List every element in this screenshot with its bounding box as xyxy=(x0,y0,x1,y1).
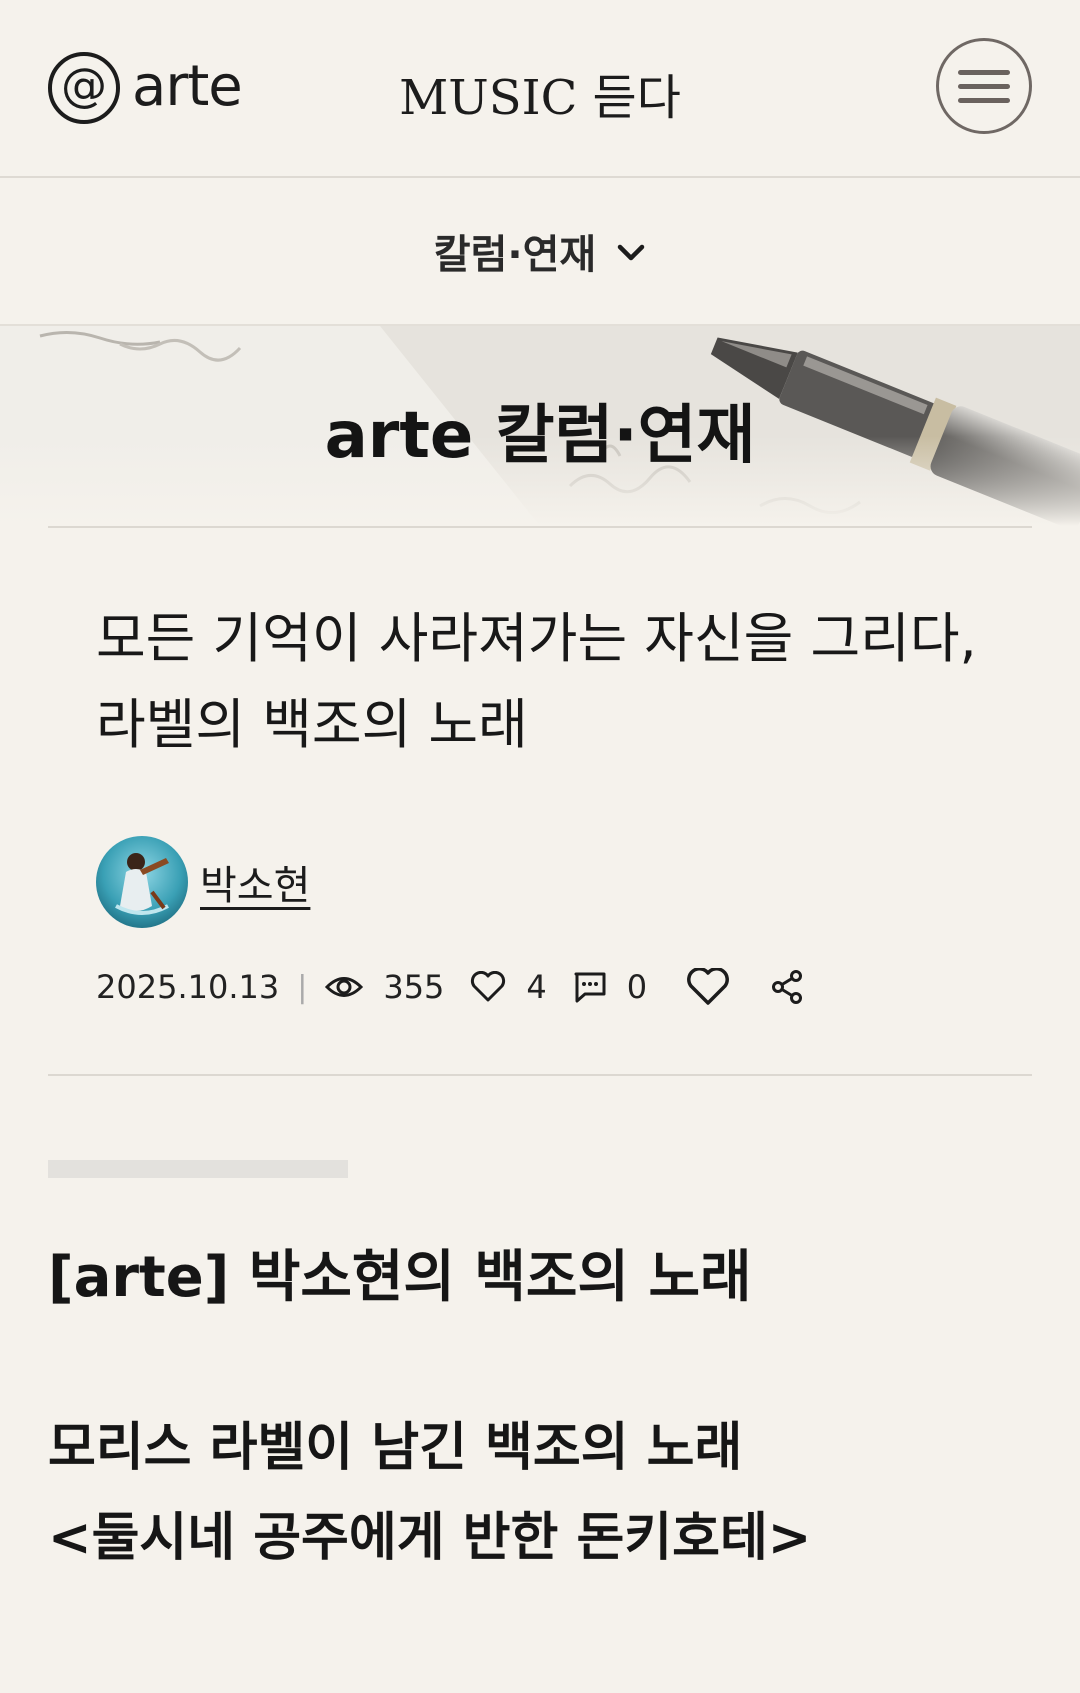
hero-title: arte 칼럼·연재 xyxy=(324,399,756,473)
view-count: 355 xyxy=(383,968,445,1006)
chevron-down-icon xyxy=(617,244,645,261)
subheading-line-1: 모리스 라벨이 남긴 백조의 노래 xyxy=(48,1418,743,1478)
share-button[interactable] xyxy=(769,969,805,1005)
category-label: 칼럼·연재 xyxy=(433,232,597,278)
series-heading: [arte] 박소현의 백조의 노래 xyxy=(48,1245,752,1310)
hero-banner: arte 칼럼·연재 xyxy=(0,326,1080,526)
author-name-link[interactable]: 박소현 xyxy=(200,853,310,911)
article-meta: 2025.10.13 | 355 4 0 xyxy=(0,928,1080,1074)
heart-icon xyxy=(470,971,506,1003)
avatar[interactable] xyxy=(96,836,188,928)
comment-icon xyxy=(573,971,607,1003)
subheading-line-2: <둘시네 공주에게 반한 돈키호테> xyxy=(48,1508,812,1568)
meta-separator: | xyxy=(297,969,308,1005)
comment-count: 0 xyxy=(626,968,648,1006)
menu-button[interactable] xyxy=(936,38,1032,134)
site-title[interactable]: MUSIC 듣다 xyxy=(0,58,1080,128)
author-row: 박소현 xyxy=(0,768,1080,928)
image-placeholder-bar xyxy=(48,1160,348,1178)
share-icon xyxy=(772,970,803,1004)
divider xyxy=(48,1074,1032,1076)
article-title: 모든 기억이 사라져가는 자신을 그리다, 라벨의 백조의 노래 xyxy=(96,607,977,756)
publish-date: 2025.10.13 xyxy=(96,968,280,1006)
top-header: @ arte MUSIC 듣다 xyxy=(0,0,1080,178)
hamburger-menu-icon xyxy=(958,69,1010,75)
eye-icon xyxy=(325,974,364,1000)
heart-outline-icon xyxy=(687,968,730,1005)
article: 모든 기억이 사라져가는 자신을 그리다, 라벨의 백조의 노래 박소현 202… xyxy=(0,528,1080,1074)
like-button[interactable] xyxy=(687,968,730,1006)
article-subheading: 모리스 라벨이 남긴 백조의 노래 <둘시네 공주에게 반한 돈키호테> xyxy=(48,1403,1032,1583)
avatar-image xyxy=(96,836,188,928)
category-dropdown[interactable]: 칼럼·연재 xyxy=(0,178,1080,326)
like-count: 4 xyxy=(526,968,547,1006)
article-body: [arte] 박소현의 백조의 노래 모리스 라벨이 남긴 백조의 노래 <둘시… xyxy=(0,1160,1080,1583)
